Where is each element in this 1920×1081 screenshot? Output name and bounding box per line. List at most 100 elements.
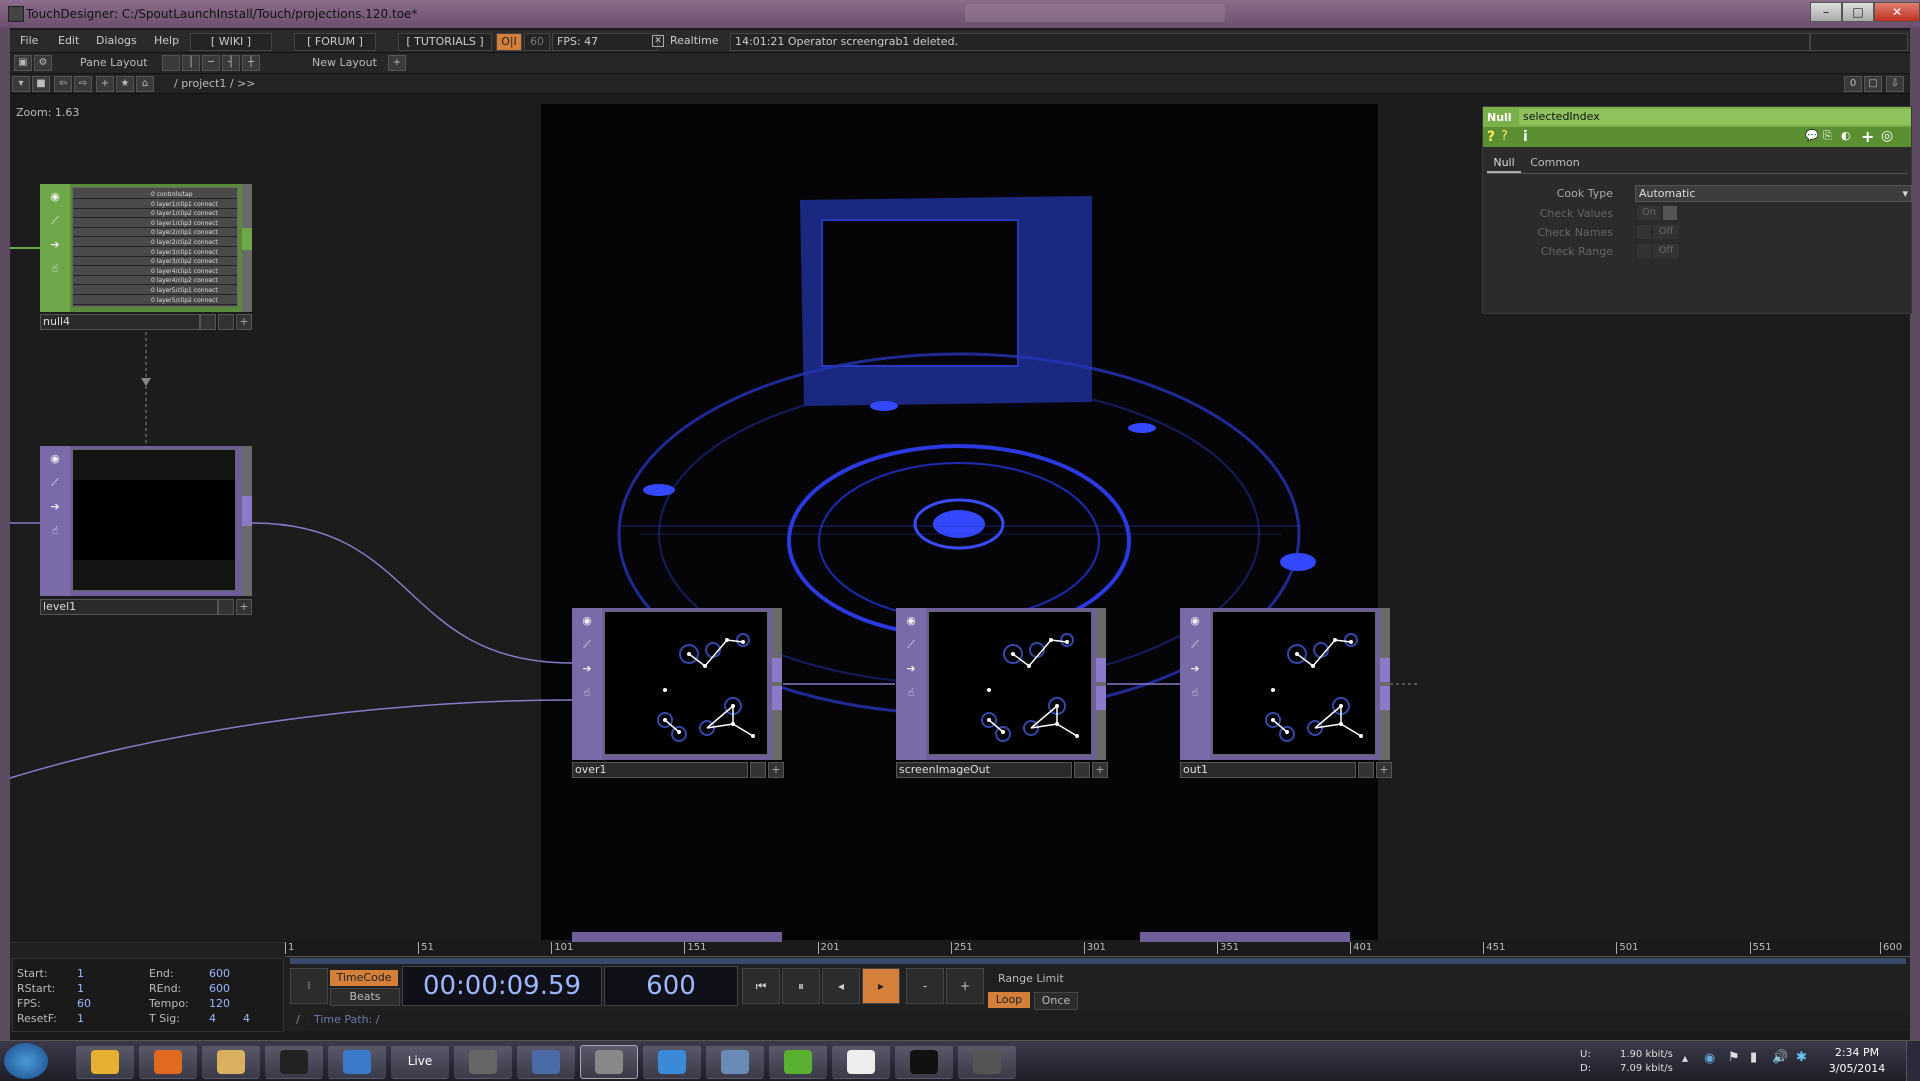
time-info-value[interactable]: 1 bbox=[77, 967, 84, 980]
timecode-display[interactable]: 00:00:09.59 bbox=[402, 966, 602, 1006]
node-null4[interactable]: ◉ ⟋ ➔ ☝ 0 controls/tap 0 layer1/clip1 con… bbox=[40, 184, 252, 312]
time-cursor-icon[interactable]: ⁞ bbox=[290, 968, 328, 1004]
lock-icon[interactable]: ☝ bbox=[1188, 686, 1202, 700]
node-label-level1[interactable]: level1 bbox=[40, 599, 218, 615]
python-help-icon[interactable]: ? bbox=[1501, 129, 1508, 144]
node-partial-bottom-left[interactable] bbox=[572, 932, 782, 942]
check-values-toggle[interactable]: On bbox=[1637, 206, 1661, 220]
play-icon[interactable]: ▸ bbox=[862, 968, 900, 1004]
check-values-switch[interactable] bbox=[1663, 206, 1677, 220]
add-param-icon[interactable]: + bbox=[1861, 127, 1874, 146]
step-minus-button[interactable]: - bbox=[906, 968, 944, 1004]
node-flag[interactable] bbox=[200, 314, 216, 330]
taskbar-app-processing4-icon[interactable] bbox=[769, 1045, 827, 1079]
step-back-icon[interactable]: ◂ bbox=[822, 968, 860, 1004]
op-name-field[interactable]: selectedIndex bbox=[1519, 109, 1911, 125]
bypass-icon[interactable]: ⟋ bbox=[48, 476, 62, 490]
taskbar-app-opengl-icon[interactable] bbox=[832, 1045, 890, 1079]
bluetooth-icon[interactable]: ✱ bbox=[1796, 1050, 1807, 1065]
taskbar-app-folder-icon[interactable] bbox=[517, 1045, 575, 1079]
frame-display[interactable]: 600 bbox=[604, 966, 738, 1006]
time-info-value[interactable]: 60 bbox=[77, 997, 91, 1010]
output-connector[interactable] bbox=[1380, 658, 1390, 682]
viewer-icon[interactable]: ◉ bbox=[1188, 614, 1202, 628]
show-desktop-button[interactable] bbox=[1906, 1041, 1920, 1081]
lock-icon[interactable]: ☝ bbox=[904, 686, 918, 700]
display-flag-icon[interactable]: ➔ bbox=[48, 500, 62, 514]
output-connector[interactable] bbox=[1096, 658, 1106, 682]
taskbar-app-ableton-icon[interactable] bbox=[643, 1045, 701, 1079]
info-icon[interactable]: i bbox=[1523, 129, 1528, 145]
taskbar-app-media-icon[interactable] bbox=[328, 1045, 386, 1079]
output-connector[interactable] bbox=[772, 658, 782, 682]
output-connector[interactable] bbox=[1380, 686, 1390, 710]
time-info-value[interactable]: 1 bbox=[77, 1012, 84, 1025]
timeline-range-bar[interactable] bbox=[290, 958, 1906, 964]
show-hidden-icons[interactable]: ▴ bbox=[1682, 1051, 1688, 1065]
pause-icon[interactable]: ⏸ bbox=[782, 968, 820, 1004]
flag-icon[interactable]: ⚑ bbox=[1728, 1050, 1740, 1065]
taskbar-app-calculator-icon[interactable] bbox=[706, 1045, 764, 1079]
node-plus-icon[interactable]: + bbox=[768, 762, 784, 778]
network-icon[interactable]: ▮ bbox=[1750, 1050, 1757, 1065]
node-plus-icon[interactable]: + bbox=[236, 314, 252, 330]
node-out1[interactable]: ◉ ⟋ ➔ ☝ bbox=[1180, 608, 1390, 760]
output-connector[interactable] bbox=[242, 228, 252, 250]
bypass-icon[interactable]: ⟋ bbox=[1188, 638, 1202, 652]
lock-icon[interactable]: ☝ bbox=[48, 524, 62, 538]
node-level1[interactable]: ◉ ⟋ ➔ ☝ bbox=[40, 446, 252, 596]
python-icon[interactable]: ◐ bbox=[1841, 129, 1851, 142]
time-path-field[interactable]: Time Path: / bbox=[310, 1012, 1910, 1028]
time-info-value[interactable]: 4 bbox=[209, 1012, 216, 1025]
taskbar-app-explorer-icon[interactable] bbox=[202, 1045, 260, 1079]
check-names-switch[interactable] bbox=[1637, 225, 1651, 239]
time-sig-denominator-value[interactable]: 4 bbox=[243, 1012, 250, 1025]
taskbar-app-firefox-icon[interactable] bbox=[139, 1045, 197, 1079]
viewer-icon[interactable]: ◉ bbox=[48, 452, 62, 466]
output-connector[interactable] bbox=[772, 686, 782, 710]
lock-icon[interactable]: ☝ bbox=[48, 262, 62, 276]
clone-icon[interactable]: ⎘ bbox=[1823, 129, 1832, 143]
taskbar-app-app-icon[interactable] bbox=[454, 1045, 512, 1079]
viewer-icon[interactable]: ◉ bbox=[48, 190, 62, 204]
viewer-icon[interactable]: ◉ bbox=[580, 614, 594, 628]
once-button[interactable]: Once bbox=[1034, 992, 1078, 1010]
clock-date[interactable]: 3/05/2014 bbox=[1822, 1062, 1892, 1075]
display-flag-icon[interactable]: ➔ bbox=[48, 238, 62, 252]
timeline-ruler[interactable]: 1 51 101 151 201 251 301 351 401 451 501 551 600 bbox=[285, 942, 1910, 957]
check-range-switch[interactable] bbox=[1637, 244, 1651, 258]
check-range-toggle[interactable]: Off bbox=[1653, 244, 1679, 258]
display-flag-icon[interactable]: ➔ bbox=[1188, 662, 1202, 676]
node-over1[interactable]: ◉ ⟋ ➔ ☝ bbox=[572, 608, 782, 760]
viewer-icon[interactable]: ◉ bbox=[904, 614, 918, 628]
bypass-icon[interactable]: ⟋ bbox=[580, 638, 594, 652]
display-flag-icon[interactable]: ➔ bbox=[580, 662, 594, 676]
taskbar-app-chrome-icon[interactable] bbox=[76, 1045, 134, 1079]
bypass-icon[interactable]: ⟋ bbox=[904, 638, 918, 652]
output-connector[interactable] bbox=[1096, 686, 1106, 710]
node-flag-blue[interactable] bbox=[218, 599, 234, 615]
volume-icon[interactable]: 🔊 bbox=[1772, 1050, 1788, 1065]
time-info-value[interactable]: 120 bbox=[209, 997, 230, 1010]
node-label-null4[interactable]: null4 bbox=[40, 314, 200, 330]
rewind-icon[interactable]: ⏮ bbox=[742, 968, 780, 1004]
node-plus-icon[interactable]: + bbox=[236, 599, 252, 615]
cook-type-dropdown[interactable]: Automatic ▾ bbox=[1635, 185, 1912, 202]
time-info-value[interactable]: 600 bbox=[209, 982, 230, 995]
start-button[interactable] bbox=[4, 1043, 48, 1079]
globe-icon[interactable]: ◉ bbox=[1704, 1051, 1715, 1066]
loop-button[interactable]: Loop bbox=[988, 992, 1030, 1008]
node-flag-blue[interactable] bbox=[218, 314, 234, 330]
node-flag-blue[interactable] bbox=[1358, 762, 1374, 778]
taskbar-app-terminal-icon[interactable] bbox=[265, 1045, 323, 1079]
taskbar-app-touchdesigner-icon[interactable] bbox=[580, 1045, 638, 1079]
node-partial-bottom-right[interactable] bbox=[1140, 932, 1350, 942]
node-flag-blue[interactable] bbox=[1074, 762, 1090, 778]
check-names-toggle[interactable]: Off bbox=[1653, 225, 1679, 239]
comment-icon[interactable]: 💬 bbox=[1805, 129, 1819, 142]
node-plus-icon[interactable]: + bbox=[1092, 762, 1108, 778]
node-label-over1[interactable]: over1 bbox=[572, 762, 748, 778]
help-icon[interactable]: ? bbox=[1487, 129, 1495, 145]
tab-null[interactable]: Null bbox=[1487, 155, 1521, 173]
time-info-value[interactable]: 600 bbox=[209, 967, 230, 980]
